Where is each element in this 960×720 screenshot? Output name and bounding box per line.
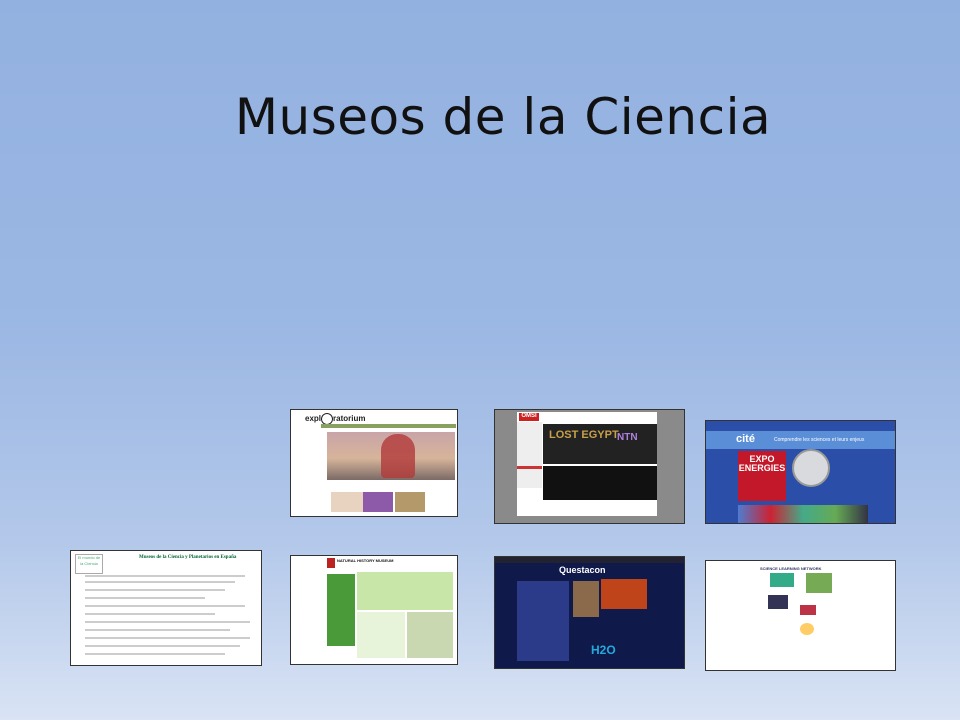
text-line	[85, 581, 235, 583]
side-text: NTN	[617, 432, 638, 443]
thumbnail-questacon[interactable]: Questacon H2O	[494, 556, 685, 669]
text-line	[85, 613, 215, 615]
text-line	[85, 597, 205, 599]
text-line	[85, 621, 250, 623]
slide-title: Museos de la Ciencia	[234, 88, 772, 146]
site-logo: cité	[736, 433, 755, 445]
site-logo-mark	[327, 558, 335, 568]
image-panel	[407, 612, 453, 658]
gallery-strip	[738, 505, 868, 523]
feature-text: H2O	[591, 643, 616, 657]
thumbnail-museos[interactable]: El mundo de la Ciencia Museos de la Cien…	[70, 550, 262, 666]
text-line	[85, 653, 225, 655]
feature-panel	[517, 581, 569, 661]
feature-tile	[363, 492, 393, 512]
hero-text: LOST EGYPT	[549, 429, 619, 441]
image-panel	[573, 581, 599, 617]
site-page: OMSI LOST EGYPT NTN	[517, 412, 657, 516]
image-block	[806, 573, 832, 593]
image-block	[770, 573, 794, 587]
main-panel	[357, 572, 453, 610]
thumbnail-exploratorium[interactable]: expl ratorium	[290, 409, 458, 517]
content-panel	[357, 612, 405, 658]
site-logo: NATURAL HISTORY MUSEUM	[337, 558, 394, 563]
text-line	[85, 605, 245, 607]
sidebar-highlight	[517, 466, 542, 469]
text-line	[85, 629, 230, 631]
thumbnail-nhm[interactable]: NATURAL HISTORY MUSEUM	[290, 555, 458, 665]
feature-tile	[395, 492, 425, 512]
thumbnail-cite[interactable]: cité Comprendre les sciences et leurs en…	[705, 420, 896, 524]
site-logo: El mundo de la Ciencia	[75, 554, 103, 574]
dial-image	[792, 449, 830, 487]
site-logo: OMSI	[519, 413, 539, 421]
site-sidebar	[517, 422, 542, 488]
site-heading: Museos de la Ciencia y Planetarios en Es…	[139, 555, 237, 560]
feature-strip	[543, 466, 657, 500]
text-line	[85, 637, 250, 639]
hero-bell-shape	[381, 434, 415, 478]
text-line	[85, 575, 245, 577]
image-block	[800, 605, 816, 615]
site-nav-bar	[321, 424, 456, 428]
highlight-panel	[601, 579, 647, 609]
site-heading: SCIENCE LEARNING NETWORK	[760, 566, 822, 571]
site-header: expl ratorium	[291, 410, 457, 425]
image-block	[768, 595, 788, 609]
text-line	[85, 645, 240, 647]
feature-box: EXPO ENERGIES	[738, 451, 786, 501]
site-logo: Questacon	[559, 565, 606, 575]
thumbnail-sln[interactable]: SCIENCE LEARNING NETWORK	[705, 560, 896, 671]
image-block	[800, 623, 814, 635]
thumbnail-omsi[interactable]: OMSI LOST EGYPT NTN	[494, 409, 685, 524]
site-sidebar	[327, 574, 355, 646]
text-line	[85, 589, 225, 591]
site-tagline: Comprendre les sciences et leurs enjeux	[774, 437, 865, 443]
top-bar	[495, 557, 684, 563]
